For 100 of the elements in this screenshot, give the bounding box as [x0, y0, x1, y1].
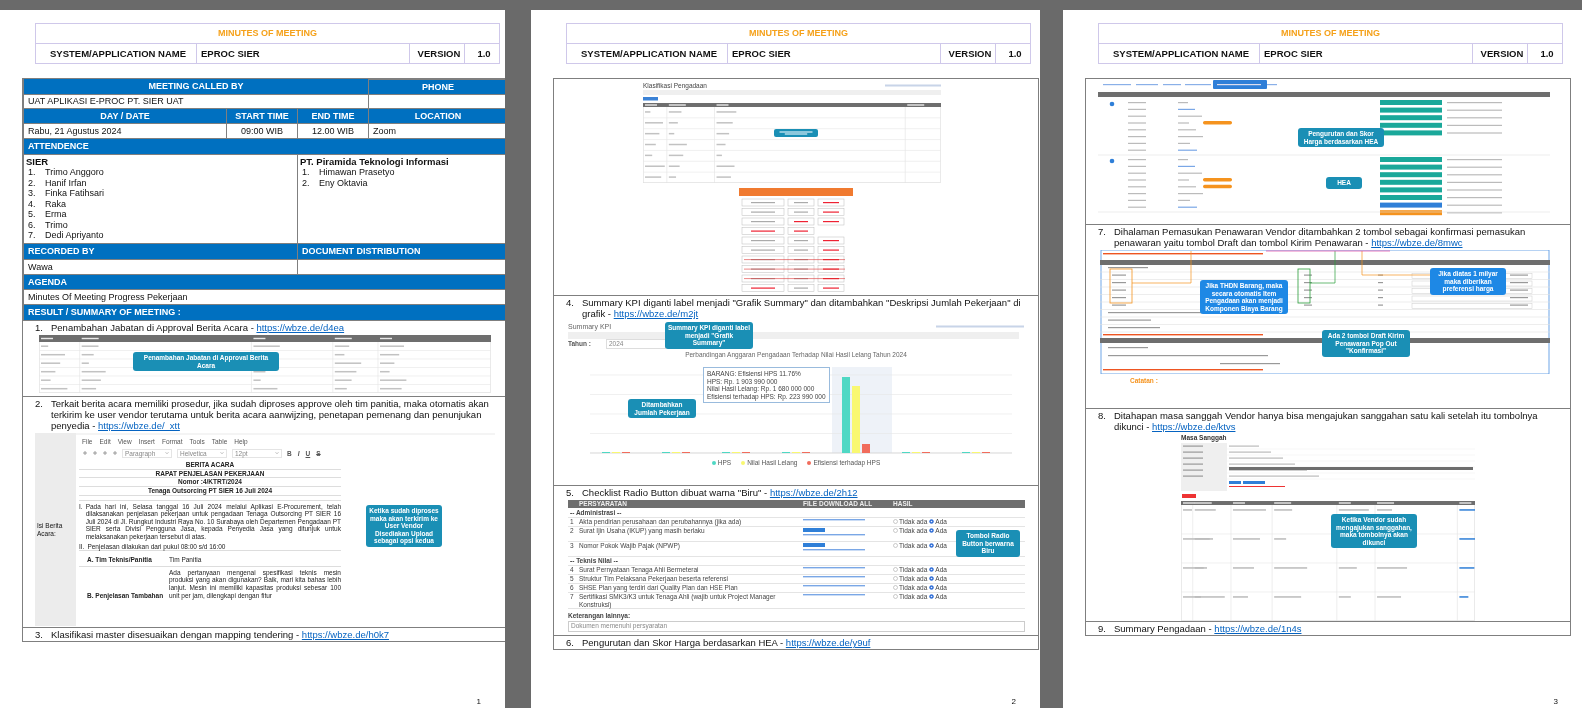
radio-button[interactable]	[929, 567, 935, 573]
summary-text: Klasifikasi master disesuaikan dengan mapping tendering - https://wbze.de/h0k7	[51, 629, 389, 640]
section-header: RECORDED BY	[23, 243, 297, 259]
list-number: 7.	[1098, 226, 1107, 239]
file-link-drawing[interactable]	[803, 533, 865, 536]
column-header: START TIME	[226, 108, 297, 123]
radio-button[interactable]	[929, 576, 935, 582]
summary-text: Dihalaman Pemasukan Penawaran Vendor ditambahkan 2 tombol sebagai konfirmasi pemasukan penawaran yaitu tombol Draft dan tombol Kirim Penawaran - https://wbze.de/8mwc	[1114, 226, 1527, 248]
summary-text: Summary Pengadaan - https://wbze.de/1n4s	[1114, 623, 1302, 634]
field-value: 1.0	[464, 44, 499, 63]
attendee-name: Trimo	[45, 219, 68, 230]
radio-button[interactable]	[893, 594, 898, 600]
bar	[862, 444, 870, 453]
list-number: 4.	[566, 297, 575, 310]
toolbar-icon[interactable]	[102, 450, 108, 457]
file-link-drawing[interactable]	[803, 518, 865, 521]
attendee-name: Finka Fatihsari	[45, 188, 105, 199]
page-number: 2	[1010, 697, 1017, 708]
section-header: ATTENDENCE	[23, 138, 505, 154]
group-name: PT. Piramida Teknologi Informasi	[300, 156, 450, 167]
field-label: SYSTEM/APPLICATION NAME	[49, 47, 187, 61]
radio-button[interactable]	[893, 585, 898, 591]
list-number: 2.	[301, 177, 311, 188]
section-header: DOCUMENT DISTRIBUTION	[297, 243, 505, 259]
link[interactable]: https://wbze.de/_xtt	[98, 420, 180, 431]
section-header: RESULT / SUMMARY OF MEETING :	[23, 304, 505, 320]
list-number: 5.	[27, 209, 37, 220]
field-value: EPROC SIER	[727, 44, 940, 63]
list-number: 9.	[1098, 623, 1107, 634]
field-label: SYSTEM/APPLICATION NAME	[580, 47, 718, 61]
page-number: 3	[1552, 697, 1559, 708]
list-number: 6.	[27, 219, 37, 230]
column-header: END TIME	[297, 108, 368, 123]
link[interactable]: https://wbze.de/2h12	[769, 487, 858, 498]
radio-button[interactable]	[893, 542, 898, 548]
field-label: SYSTEM/APPLICATION NAME	[1112, 47, 1250, 61]
toolbar-icon[interactable]	[82, 450, 88, 457]
file-link-drawing[interactable]	[803, 576, 865, 579]
file-link-drawing[interactable]	[803, 548, 865, 551]
view-button[interactable]	[803, 527, 825, 532]
radio-button[interactable]	[929, 594, 935, 600]
link[interactable]: https://wbze.de/d4ea	[256, 322, 345, 333]
summary-text: Pengurutan dan Skor Harga berdasarkan HEA - https://wbze.de/y9uf	[582, 636, 871, 648]
link[interactable]: https://wbze.de/ktvs	[1152, 421, 1236, 432]
radio-button[interactable]	[929, 542, 935, 548]
field-value: EPROC SIER	[1259, 44, 1472, 63]
date-info-drawing	[885, 84, 941, 87]
file-link-drawing[interactable]	[803, 585, 865, 588]
toolbar-icon[interactable]	[92, 450, 98, 457]
radio-button[interactable]	[893, 518, 898, 524]
field-value: 1.0	[995, 44, 1030, 63]
attendee-name: Eny Oktavia	[319, 177, 368, 188]
radio-button[interactable]	[893, 527, 898, 533]
field-value: 1.0	[1527, 44, 1562, 63]
attendee-name: Raka	[45, 198, 66, 209]
page-number: 1	[475, 697, 482, 708]
document-title: MINUTES OF MEETING	[1099, 24, 1562, 44]
field-label: VERSION	[409, 44, 464, 63]
summary-text: Ditahapan masa sanggah Vendor hanya bisa mengajukan sanggahan satu kali setelah itu tombolnya dikunci - https://wbze.de/ktvs	[1114, 410, 1539, 432]
field-label: VERSION	[1472, 44, 1527, 63]
bar	[852, 386, 860, 453]
list-number: 5.	[566, 487, 575, 498]
radio-button[interactable]	[929, 585, 935, 591]
list-number: 2.	[35, 398, 44, 411]
list-number: 1.	[35, 322, 44, 333]
list-number: 6.	[566, 636, 575, 648]
list-number: 8.	[1098, 410, 1107, 423]
document-title: MINUTES OF MEETING	[36, 24, 499, 44]
section-header: PHONE	[368, 79, 505, 94]
link[interactable]: https://wbze.de/y9uf	[785, 636, 871, 648]
attendee-name: Himawan Prasetyo	[319, 167, 395, 178]
field-label: VERSION	[940, 44, 995, 63]
link[interactable]: https://wbze.de/m2jt	[613, 308, 699, 319]
summary-text: Summary KPI diganti label menjadi "Grafik Summary" dan ditambahkan "Deskripsi Jumlah Pekerjaan" di grafik - https://wbze.de/m2jt	[582, 297, 1022, 319]
attendee-name: Dedi Apriyanto	[45, 230, 104, 241]
column-header: DAY / DATE	[23, 108, 226, 123]
summary-text: Terkait berita acara memiliki prosedur, jika sudah diproses approve oleh tim panitia, maka otomatis akan terkirim ke user vendor terutama untuk berita acara aanwijzing, penetapan pemenang dan penunjukan penyedia - https://wbze.de/_xtt	[51, 398, 490, 431]
section-header: AGENDA	[23, 274, 505, 289]
link[interactable]: https://wbze.de/8mwc	[1371, 237, 1463, 248]
list-number: 7.	[27, 230, 37, 241]
link[interactable]: https://wbze.de/h0k7	[301, 629, 389, 640]
view-button[interactable]	[803, 542, 825, 547]
document-title: MINUTES OF MEETING	[567, 24, 1030, 44]
list-number: 3.	[27, 188, 37, 199]
list-number: 1.	[27, 167, 37, 178]
radio-button[interactable]	[929, 518, 935, 524]
radio-button[interactable]	[929, 527, 935, 533]
toolbar-icon[interactable]	[112, 450, 118, 457]
link[interactable]: https://wbze.de/1n4s	[1214, 623, 1302, 634]
group-name: SIER	[26, 156, 50, 167]
summary-text: Penambahan Jabatan di Approval Berita Acara - https://wbze.de/d4ea	[51, 322, 345, 333]
list-number: 1.	[301, 167, 311, 178]
list-number: 4.	[27, 198, 37, 209]
file-link-drawing[interactable]	[803, 567, 865, 570]
radio-button[interactable]	[893, 576, 898, 582]
attendee-name: Erma	[45, 209, 67, 220]
file-link-drawing[interactable]	[803, 594, 865, 597]
section-header: MEETING CALLED BY	[23, 79, 368, 94]
radio-button[interactable]	[893, 567, 898, 573]
attendee-name: Trimo Anggoro	[45, 167, 104, 178]
